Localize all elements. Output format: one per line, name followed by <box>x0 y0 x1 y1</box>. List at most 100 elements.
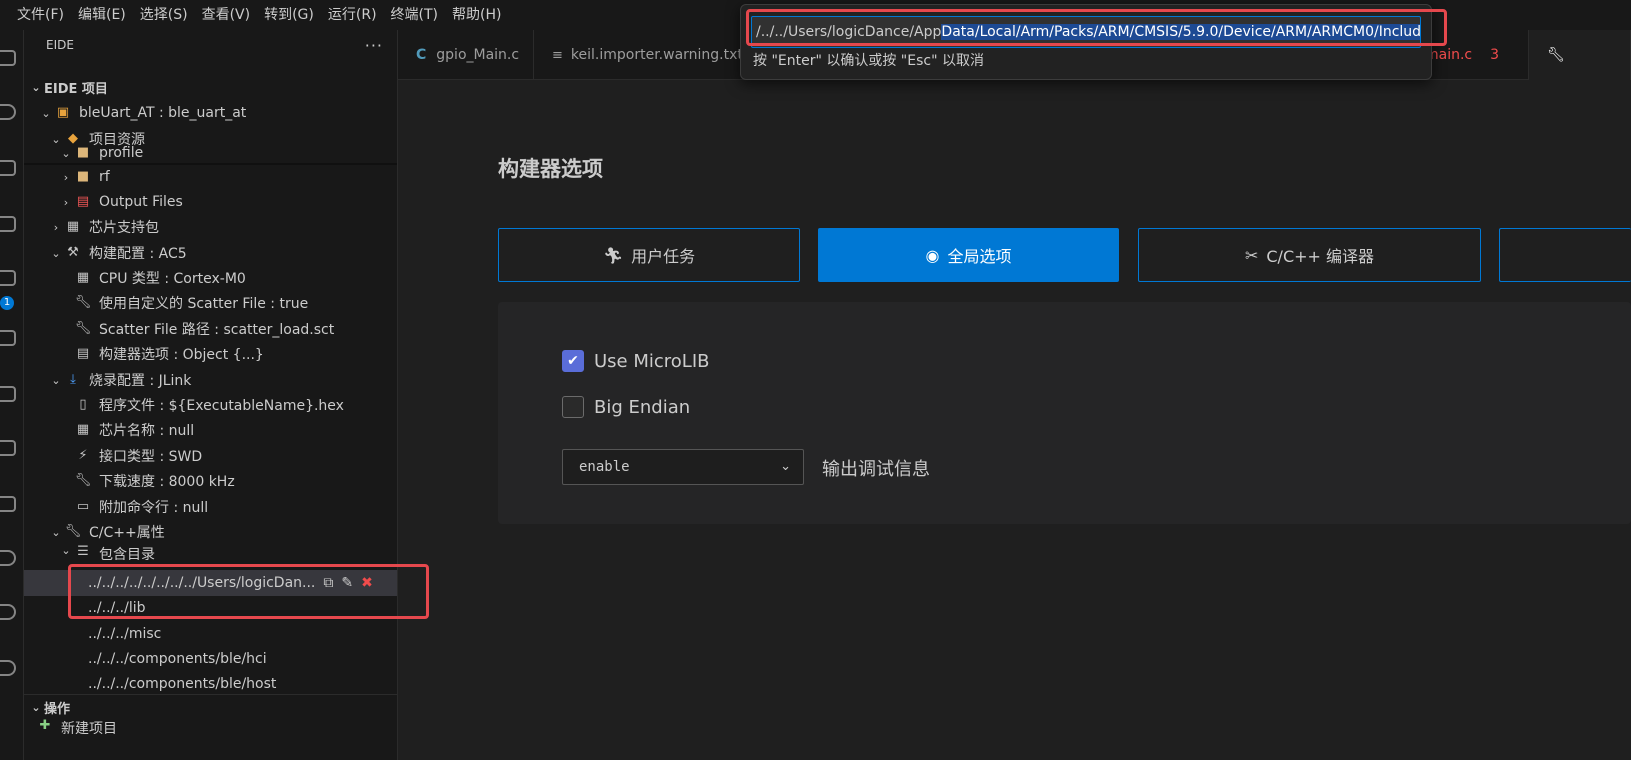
delete-icon[interactable]: ✖ <box>361 575 373 591</box>
menu-terminal[interactable]: 终端(T) <box>384 0 445 30</box>
testing-icon[interactable] <box>0 386 16 402</box>
tab-keil-warning[interactable]: ≡ keil.importer.warning.txt <box>534 30 744 80</box>
chevron-right-icon: › <box>63 170 69 184</box>
tree-item-chip-name[interactable]: ▦ 芯片名称 : null <box>24 417 397 443</box>
tree-item-label: 包含目录 <box>99 547 155 560</box>
menu-help[interactable]: 帮助(H) <box>445 0 508 30</box>
settings-icon[interactable] <box>0 604 16 620</box>
use-microlib-checkbox[interactable]: ✔ <box>562 350 584 372</box>
menu-go[interactable]: 转到(G) <box>257 0 321 30</box>
tree-item-extra-cmd[interactable]: ▭ 附加命令行 : null <box>24 494 397 520</box>
tree-item-label: bleUart_AT : ble_uart_at <box>79 105 247 121</box>
wrench-icon: 🔧︎ <box>74 473 92 488</box>
tree-item-label: 芯片支持包 <box>89 220 159 236</box>
text-file-icon: ≡ <box>552 47 563 63</box>
tree-item-label: ../../../components/ble/host <box>88 676 277 692</box>
account-icon[interactable] <box>0 550 16 566</box>
section-operations[interactable]: ⌄ 操作 <box>24 694 397 720</box>
tree-item-output-files[interactable]: › ▤ Output Files <box>24 189 397 215</box>
tree-item-download-speed[interactable]: 🔧︎ 下载速度 : 8000 kHz <box>24 468 397 494</box>
big-endian-option[interactable]: Big Endian <box>562 396 690 418</box>
input-hint: 按 "Enter" 以确认或按 "Esc" 以取消 <box>753 53 984 69</box>
file-icon: ▯ <box>79 397 87 412</box>
chip-icon[interactable] <box>0 496 16 512</box>
file-settings-icon: ▤ <box>76 346 90 361</box>
chevron-down-icon: ⌄ <box>51 525 61 539</box>
menu-selection[interactable]: 选择(S) <box>133 0 195 30</box>
globe-icon: ◉ <box>925 245 940 265</box>
tree-item-label: 附加命令行 : null <box>99 500 209 516</box>
tree-item-chip-pack[interactable]: › ▦ 芯片支持包 <box>24 214 397 240</box>
remote-icon[interactable] <box>0 330 16 346</box>
more-actions-icon[interactable]: ··· <box>365 36 383 55</box>
tree-item-program-file[interactable]: ▯ 程序文件 : ${ExecutableName}.hex <box>24 392 397 418</box>
tree-item-include-3[interactable]: ../../../components/ble/hci <box>24 646 397 672</box>
debug-info-select[interactable]: enable ⌄ <box>562 449 804 485</box>
copy-icon[interactable]: ⧉ <box>323 575 333 591</box>
wrench-icon: 🔧︎ <box>1547 47 1565 63</box>
tree-item-profile[interactable]: ⌄ ■ profile <box>24 144 397 162</box>
menu-file[interactable]: 文件(F) <box>10 0 71 30</box>
tab-label: 用户任务 <box>631 247 696 266</box>
source-control-icon[interactable] <box>0 160 16 176</box>
wrench-icon: 🔧︎ <box>74 295 92 310</box>
tab-label: keil.importer.warning.txt <box>570 47 743 63</box>
tab-gpio-main[interactable]: C gpio_Main.c <box>398 30 534 80</box>
path-input[interactable]: /../../Users/logicDance/AppData/Local/Ar… <box>751 16 1421 48</box>
tree-item-include-1[interactable]: ../../../lib <box>24 595 397 621</box>
tree-item-new-project[interactable]: ✚ 新建项目 <box>24 718 397 734</box>
tree-item-label: Output Files <box>99 194 183 210</box>
tree-item-include-dirs[interactable]: ⌄ ☰ 包含目录 <box>24 544 397 560</box>
tree-item-label: C/C++属性 <box>89 525 165 541</box>
tree-item-scatter-path[interactable]: 🔧︎ Scatter File 路径 : scatter_load.sct <box>24 316 397 342</box>
eide-icon[interactable] <box>0 440 16 456</box>
tab-next-hidden[interactable] <box>1499 228 1631 282</box>
tree-item-label: profile <box>99 145 144 161</box>
tree-item-flash-config[interactable]: ⌄ ⤓ 烧录配置 : JLink <box>24 367 397 393</box>
sidebar-header: EIDE ··· <box>24 30 397 60</box>
manage-icon[interactable] <box>0 660 16 676</box>
run-debug-icon[interactable] <box>0 216 16 232</box>
tab-user-tasks[interactable]: 🏃︎ 用户任务 <box>498 228 800 282</box>
option-label: Use MicroLIB <box>594 350 710 372</box>
tree-item-label: 构建器选项 : Object {...} <box>99 347 264 363</box>
tree-item-cpu-type[interactable]: ▦ CPU 类型 : Cortex-M0 <box>24 265 397 291</box>
folder-icon: ■ <box>76 169 90 184</box>
tree-item-label: 芯片名称 : null <box>99 423 195 439</box>
quick-input-widget: /../../Users/logicDance/AppData/Local/Ar… <box>740 4 1432 80</box>
tab-cpp-compiler[interactable]: ✂︎ C/C++ 编译器 <box>1138 228 1481 282</box>
folder-icon: ■ <box>76 145 90 160</box>
sidebar-title: EIDE <box>46 38 74 52</box>
menu-view[interactable]: 查看(V) <box>195 0 258 30</box>
tree-item-include-2[interactable]: ../../../misc <box>24 621 397 647</box>
section-eide-project[interactable]: ⌄ EIDE 项目 <box>24 74 397 100</box>
extensions-icon[interactable] <box>0 270 16 286</box>
tree-item-project[interactable]: ⌄ ▣ bleUart_AT : ble_uart_at <box>24 100 397 126</box>
list-icon: ☰ <box>77 544 89 559</box>
use-microlib-option[interactable]: ✔ Use MicroLIB <box>562 350 709 372</box>
tree-item-builder-options[interactable]: ▤ 构建器选项 : Object {...} <box>24 341 397 367</box>
explorer-icon[interactable] <box>0 50 16 66</box>
tools-icon: ✂︎ <box>1244 245 1259 265</box>
search-icon[interactable] <box>0 104 16 120</box>
tab-global-options[interactable]: ◉ 全局选项 <box>818 228 1119 282</box>
tree-item-rf[interactable]: › ■ rf <box>24 164 397 190</box>
tab-builder-options[interactable]: 🔧︎ <box>1529 30 1631 80</box>
menu-edit[interactable]: 编辑(E) <box>71 0 133 30</box>
tree-item-label: 构建配置 : AC5 <box>89 246 187 262</box>
tree-item-build-config[interactable]: ⌄ ⚒ 构建配置 : AC5 <box>24 240 397 266</box>
tab-label: 全局选项 <box>947 247 1012 266</box>
tree-item-include-0[interactable]: ../../../../../../../../Users/logicDan..… <box>24 570 397 596</box>
tree-item-cpp-props[interactable]: ⌄ 🔧︎ C/C++属性 <box>24 519 397 545</box>
tree-item-label: rf <box>99 169 110 185</box>
edit-icon[interactable]: ✎ <box>341 575 353 591</box>
wrench-icon: 🔧︎ <box>64 524 82 539</box>
tab-label: main.c <box>1425 47 1473 63</box>
big-endian-checkbox[interactable] <box>562 396 584 418</box>
chevron-down-icon: ⌄ <box>780 459 791 474</box>
tree-item-interface-type[interactable]: ⚡︎ 接口类型 : SWD <box>24 443 397 469</box>
options-panel: ✔ Use MicroLIB Big Endian enable ⌄ 输出调试信… <box>498 302 1631 524</box>
tree-item-custom-scatter[interactable]: 🔧︎ 使用自定义的 Scatter File : true <box>24 290 397 316</box>
menu-run[interactable]: 运行(R) <box>321 0 384 30</box>
tree-item-label: 使用自定义的 Scatter File : true <box>99 296 309 312</box>
